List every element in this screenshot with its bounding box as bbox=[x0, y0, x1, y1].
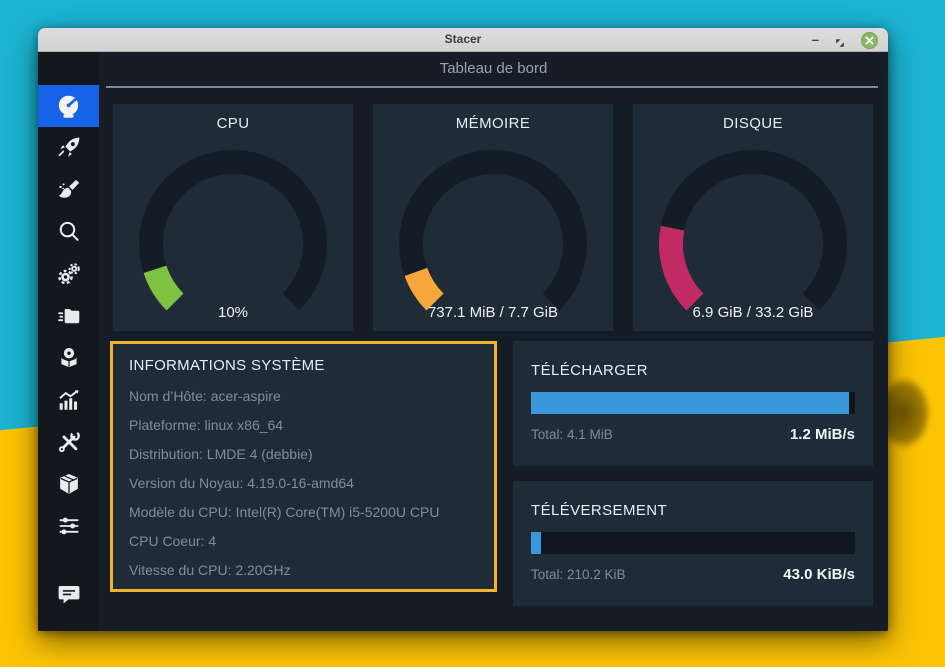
window-title: Stacer bbox=[38, 28, 888, 51]
disc-box-icon bbox=[56, 345, 82, 371]
download-progress-track bbox=[531, 392, 855, 414]
comment-icon bbox=[56, 581, 82, 607]
main-content: Tableau de bord CPU 10% MÉMOIRE 737.1 Mi… bbox=[99, 52, 888, 631]
info-row-cpu-speed: Vitesse du CPU: 2.20GHz bbox=[129, 556, 478, 585]
system-info-panel: INFORMATIONS SYSTÈME Nom d’Hôte: acer-as… bbox=[110, 341, 497, 592]
info-row-cpu-cores: CPU Coeur: 4 bbox=[129, 527, 478, 556]
cpu-gauge-card: CPU 10% bbox=[113, 104, 353, 331]
page-header: Tableau de bord bbox=[99, 52, 888, 88]
sidebar-item-services[interactable] bbox=[38, 253, 99, 295]
sidebar-item-uninstaller[interactable] bbox=[38, 337, 99, 379]
close-icon bbox=[865, 36, 874, 45]
info-row-platform: Plateforme: linux x86_64 bbox=[129, 411, 478, 440]
memory-gauge-value: 737.1 MiB / 7.7 GiB bbox=[373, 304, 613, 321]
sidebar-item-startup-apps[interactable] bbox=[38, 127, 99, 169]
sidebar-item-processes[interactable] bbox=[38, 295, 99, 337]
gears-icon bbox=[56, 261, 82, 287]
info-row-kernel: Version du Noyau: 4.19.0-16-amd64 bbox=[129, 469, 478, 498]
sidebar-item-search[interactable] bbox=[38, 211, 99, 253]
info-row-cpu-model: Modèle du CPU: Intel(R) Core(TM) i5-5200… bbox=[129, 498, 478, 527]
sidebar-item-feedback[interactable] bbox=[38, 573, 99, 615]
sidebar-item-apt-packages[interactable] bbox=[38, 463, 99, 505]
download-title: TÉLÉCHARGER bbox=[531, 362, 855, 379]
sidebar bbox=[38, 52, 99, 631]
memory-gauge bbox=[373, 104, 613, 331]
download-card: TÉLÉCHARGER Total: 4.1 MiB 1.2 MiB/s bbox=[513, 341, 873, 466]
sliders-icon bbox=[56, 513, 82, 539]
disk-gauge-card: DISQUE 6.9 GiB / 33.2 GiB bbox=[633, 104, 873, 331]
download-progress-fill bbox=[531, 392, 849, 414]
cpu-gauge-value: 10% bbox=[113, 304, 353, 321]
upload-card: TÉLÉVERSEMENT Total: 210.2 KiB 43.0 KiB/… bbox=[513, 481, 873, 606]
titlebar[interactable]: Stacer – bbox=[38, 28, 888, 52]
memory-gauge-card: MÉMOIRE 737.1 MiB / 7.7 GiB bbox=[373, 104, 613, 331]
speed-folder-icon bbox=[56, 303, 82, 329]
cleaning-brush-icon bbox=[56, 177, 82, 203]
minimize-button[interactable]: – bbox=[812, 35, 819, 45]
restore-icon[interactable] bbox=[835, 35, 845, 45]
rocket-icon bbox=[56, 135, 82, 161]
disk-gauge bbox=[633, 104, 873, 331]
upload-progress-track bbox=[531, 532, 855, 554]
header-separator bbox=[106, 86, 878, 88]
sidebar-item-helpers[interactable] bbox=[38, 421, 99, 463]
sidebar-item-resources[interactable] bbox=[38, 379, 99, 421]
sidebar-item-dashboard[interactable] bbox=[38, 85, 99, 127]
upload-total: Total: 210.2 KiB bbox=[531, 567, 626, 582]
package-box-icon bbox=[56, 471, 82, 497]
stacer-window: Stacer – bbox=[38, 28, 888, 631]
download-speed: 1.2 MiB/s bbox=[790, 426, 855, 443]
speedometer-icon bbox=[55, 93, 82, 120]
upload-title: TÉLÉVERSEMENT bbox=[531, 502, 855, 519]
window-controls: – bbox=[812, 28, 878, 52]
page-title: Tableau de bord bbox=[99, 52, 888, 86]
sidebar-item-settings[interactable] bbox=[38, 505, 99, 547]
info-row-distribution: Distribution: LMDE 4 (debbie) bbox=[129, 440, 478, 469]
sidebar-item-system-cleaner[interactable] bbox=[38, 169, 99, 211]
download-total: Total: 4.1 MiB bbox=[531, 427, 613, 442]
close-button[interactable] bbox=[861, 32, 878, 49]
upload-speed: 43.0 KiB/s bbox=[783, 566, 855, 583]
tools-icon bbox=[56, 429, 82, 455]
upload-progress-fill bbox=[531, 532, 541, 554]
chart-icon bbox=[56, 387, 82, 413]
cpu-gauge bbox=[113, 104, 353, 331]
disk-gauge-value: 6.9 GiB / 33.2 GiB bbox=[633, 304, 873, 321]
info-row-hostname: Nom d’Hôte: acer-aspire bbox=[129, 382, 478, 411]
magnifier-icon bbox=[56, 219, 82, 245]
system-info-title: INFORMATIONS SYSTÈME bbox=[129, 356, 478, 376]
